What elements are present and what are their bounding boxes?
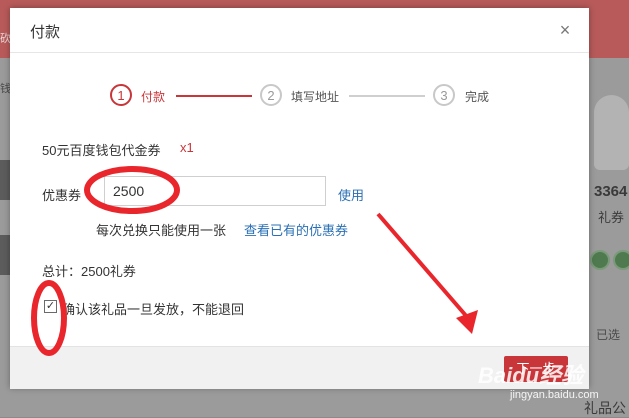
view-vouchers-link[interactable]: 查看已有的优惠券 (244, 220, 348, 239)
watermark-url: jingyan.baidu.com (510, 389, 599, 401)
background-gift-text: 礼品公 (584, 400, 626, 416)
dialog-header: 付款 × (10, 8, 589, 53)
background-mascot-image (594, 95, 629, 170)
coupon-name: 50元百度钱包代金券 (42, 143, 161, 158)
step-1-number: 1 (110, 84, 132, 106)
use-voucher-link[interactable]: 使用 (338, 185, 364, 204)
step-2-label: 填写地址 (291, 90, 340, 104)
step-2-number: 2 (260, 84, 282, 106)
background-status-text: 已选 (596, 328, 621, 342)
background-share-icon (590, 250, 610, 270)
background-balance-label: 礼券 (598, 210, 625, 225)
background-share-icon (613, 250, 629, 270)
voucher-rule-text: 每次兑换只能使用一张 (96, 223, 227, 238)
step-connector (349, 95, 425, 97)
payment-dialog: 付款 × 1 付款 2 填写地址 3 完成 50元百度钱包代金券 x1 优惠券 … (10, 8, 589, 389)
total-text: 总计：2500礼券 (42, 264, 136, 279)
step-3-number: 3 (433, 84, 455, 106)
background-balance-number: 3364 (594, 183, 628, 200)
step-3-label: 完成 (465, 90, 490, 104)
close-icon[interactable]: × (555, 20, 575, 40)
step-connector (176, 95, 252, 97)
voucher-input[interactable] (104, 176, 326, 206)
dialog-title: 付款 (30, 24, 61, 41)
confirm-checkbox[interactable]: ✓ (44, 300, 57, 313)
voucher-label: 优惠券 (42, 188, 82, 203)
confirm-label: 确认该礼品一旦发放，不能退回 (62, 302, 245, 317)
baidu-watermark-logo: Baidu经验 (478, 363, 584, 388)
step-1-label: 付款 (141, 90, 166, 104)
coupon-quantity: x1 (180, 140, 194, 155)
